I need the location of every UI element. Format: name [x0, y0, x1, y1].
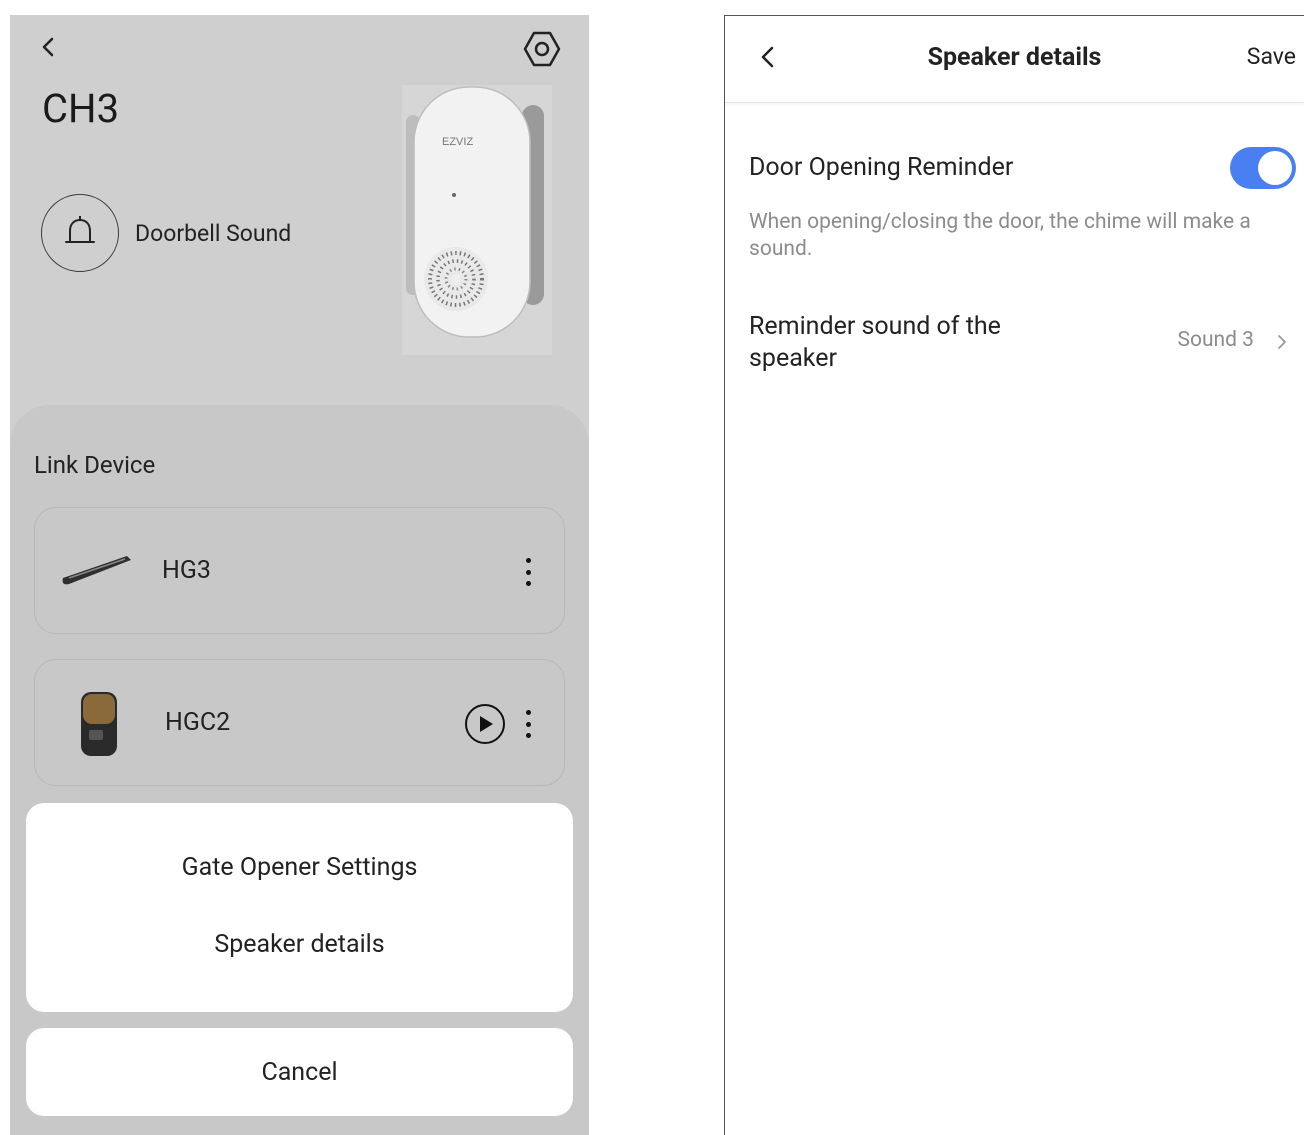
device-card-hgc2[interactable]: HGC2	[34, 659, 565, 786]
speaker-details-screen: Speaker details Save Door Opening Remind…	[724, 15, 1304, 1135]
more-options-icon[interactable]	[524, 558, 532, 586]
device-title: CH3	[42, 85, 120, 132]
device-name: HGC2	[165, 708, 231, 737]
bell-icon	[65, 216, 95, 243]
chime-device-image: EZVIZ	[402, 85, 552, 355]
link-device-title: Link Device	[34, 451, 156, 479]
device-screen: CH3 Doorbell Sound EZVIZ Link Device HG3	[10, 15, 589, 1135]
doorbell-sound-button[interactable]	[41, 194, 119, 272]
more-options-icon[interactable]	[524, 710, 532, 738]
header: Speaker details Save	[725, 16, 1304, 103]
back-icon[interactable]	[36, 33, 60, 61]
gate-opener-settings-option[interactable]: Gate Opener Settings	[26, 853, 573, 882]
brand-logo: EZVIZ	[442, 136, 473, 148]
device-name: HG3	[162, 556, 211, 585]
door-opening-reminder-toggle[interactable]	[1230, 147, 1296, 189]
gate-opener-image	[62, 556, 131, 585]
cancel-button[interactable]: Cancel	[26, 1028, 573, 1116]
camera-device-image	[81, 692, 117, 756]
page-title: Speaker details	[927, 43, 1102, 72]
doorbell-sound-label: Doorbell Sound	[135, 220, 292, 247]
save-button[interactable]: Save	[1247, 43, 1296, 70]
speaker-details-option[interactable]: Speaker details	[26, 930, 573, 959]
reminder-sound-value[interactable]: Sound 3	[1178, 328, 1254, 352]
settings-icon[interactable]	[522, 29, 562, 69]
action-sheet: Gate Opener Settings Speaker details	[26, 803, 573, 1012]
reminder-sound-label[interactable]: Reminder sound of the speaker	[749, 311, 1009, 375]
device-card-hg3[interactable]: HG3	[34, 507, 565, 634]
play-icon[interactable]	[465, 704, 505, 744]
door-opening-reminder-label: Door Opening Reminder	[749, 153, 1014, 182]
chevron-right-icon[interactable]	[1276, 333, 1288, 351]
door-opening-reminder-description: When opening/closing the door, the chime…	[749, 210, 1251, 261]
